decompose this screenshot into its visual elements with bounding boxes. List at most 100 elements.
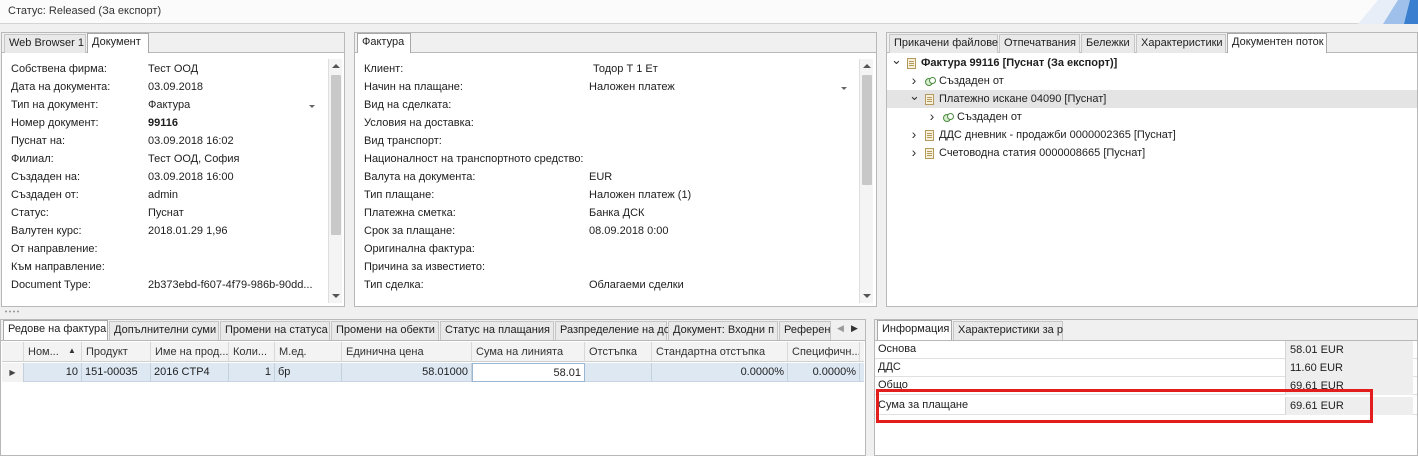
document-field-value[interactable]: 2018.01.29 1,96 [148,225,320,237]
column-header[interactable]: Специфичн... [788,342,860,362]
invoice-field-value[interactable]: 08.09.2018 0:00 [589,225,829,237]
tab-web-browser[interactable]: Web Browser 1 [4,34,86,53]
scroll-up-icon[interactable] [863,64,871,68]
invoice-field-value[interactable]: Тодор Т 1 Ет [593,63,833,75]
chevron-right-icon[interactable]: › [927,107,937,125]
chevron-down-icon[interactable] [841,87,847,90]
document-field-label: Тип на документ: [11,99,99,111]
table-cell[interactable]: 2016 CTP4 [151,363,229,382]
invoice-scrollbar[interactable] [859,59,873,303]
tab-distribution[interactable]: Разпределение на до [555,321,670,340]
invoice-field-label: Начин на плащане: [364,81,463,93]
document-field-value[interactable]: admin [148,189,320,201]
information-panel: Информация Характеристики за р Основа 58.… [874,319,1418,456]
invoice-field-value[interactable]: EUR [589,171,829,183]
document-field-value[interactable]: 99116 [148,117,320,129]
tab-notes[interactable]: Бележки [1081,34,1135,53]
chevron-right-icon[interactable]: › [909,143,919,161]
column-header[interactable]: Сума на линията [472,342,585,362]
tree-node[interactable]: › ДДС дневник - продажби 0000002365 [Пусн… [887,126,1417,144]
invoice-field-label: Вид на сделката: [364,99,452,111]
table-cell[interactable]: 0.0000% [788,363,860,382]
table-cell[interactable]: 58.01 [472,363,585,382]
scroll-thumb[interactable] [331,75,341,235]
tab-scroll-left-icon[interactable]: ◀ [837,323,844,334]
tree-node[interactable]: ⌄ Фактура 99116 [Пуснат (За експорт)] [887,51,1417,72]
scroll-up-icon[interactable] [332,64,340,68]
tab-references[interactable]: Референ [779,321,831,340]
table-row[interactable]: ▶ 10 151-00035 2016 CTP4 1 бр 58.01000 58.01 0.0… [2,363,864,382]
chevron-right-icon[interactable]: › [909,125,919,143]
document-field-value[interactable]: 03.09.2018 16:02 [148,135,320,147]
tab-invoice[interactable]: Фактура [357,33,411,53]
column-header[interactable]: Единична цена [342,342,472,362]
tab-incoming-documents[interactable]: Документ: Входни п [668,321,778,340]
invoice-field-value[interactable]: Банка ДСК [589,207,829,219]
invoice-field-value[interactable]: Облагаеми сделки [589,279,829,291]
corner-decoration [1358,0,1418,24]
tab-payment-status[interactable]: Статус на плащания [440,321,554,340]
tab-document-flow[interactable]: Документен поток [1227,33,1327,53]
document-field-value[interactable]: 03.09.2018 16:00 [148,171,320,183]
tab-characteristics[interactable]: Характеристики [1136,34,1226,53]
tree-node[interactable]: › Счетоводна статия 0000008665 [Пуснат] [887,144,1417,162]
tab-status-changes[interactable]: Промени на статуса [220,321,330,340]
scroll-down-icon[interactable] [863,294,871,298]
tab-printings[interactable]: Отпечатвания [999,34,1080,53]
table-cell[interactable]: 1 [229,363,275,382]
chevron-down-icon[interactable]: ⌄ [891,51,902,69]
tab-attached-files[interactable]: Прикачени файлове [889,34,998,53]
splitter-grip-icon[interactable] [4,310,20,313]
grid-header: Ном... ▲ Продукт Име на прод... Коли... М.ед.… [2,342,864,362]
scroll-down-icon[interactable] [332,294,340,298]
document-field-label: Създаден от: [11,189,79,201]
column-header[interactable]: Стандартна отстъпка [652,342,788,362]
document-field-value[interactable]: Фактура [148,99,320,111]
document-field-value[interactable]: 03.09.2018 [148,81,320,93]
chevron-down-icon[interactable]: ⌄ [909,87,920,105]
chevron-down-icon[interactable] [309,105,315,108]
document-scrollbar[interactable] [328,59,342,303]
table-cell[interactable]: бр [275,363,342,382]
column-header[interactable]: Продукт [82,342,151,362]
total-payable-highlight [876,389,1373,423]
tab-invoice-lines[interactable]: Редове на фактура [3,320,108,340]
table-cell[interactable]: 10 [24,363,82,382]
invoice-lines-panel: Редове на фактура Допълнителни суми Пром… [0,319,866,456]
tab-additional-sums[interactable]: Допълнителни суми [109,321,219,340]
tree-node[interactable]: › Създаден от [887,108,1417,126]
column-header[interactable]: Коли... [229,342,275,362]
document-field-value[interactable]: Тест ООД [148,63,320,75]
document-icon [925,94,934,105]
scroll-thumb[interactable] [862,75,872,185]
table-cell[interactable]: 151-00035 [82,363,151,382]
invoice-field-value[interactable]: Наложен платеж (1) [589,189,829,201]
tab-scroll-right-icon[interactable]: ▶ [851,323,858,334]
tree-node[interactable]: ⌄ Платежно искане 04090 [Пуснат] [887,87,1417,108]
tab-object-changes[interactable]: Промени на обекти [331,321,439,340]
invoice-field-label: Националност на транспортното средство: [364,153,584,165]
tab-information[interactable]: Информация [877,320,952,340]
document-field-label: Филиал: [11,153,54,165]
information-tabstrip: Информация Характеристики за р [875,320,1417,341]
column-header[interactable]: Отстъпка [585,342,652,362]
tree-node[interactable]: › Създаден от [887,72,1417,90]
document-field-value[interactable]: Тест ООД, София [148,153,320,165]
link-icon [925,77,936,86]
table-cell[interactable]: 58.01000 [342,363,472,382]
invoice-panel-tabstrip: Фактура [355,33,876,53]
document-field-value[interactable]: Пуснат [148,207,320,219]
document-field-value[interactable]: 2b373ebd-f607-4f79-986b-90dd... [148,279,320,291]
column-header[interactable]: М.ед. [275,342,342,362]
column-header[interactable]: Име на прод... [151,342,229,362]
tab-characteristics-r[interactable]: Характеристики за р [953,321,1063,340]
invoice-panel: Фактура Клиент: Тодор Т 1 Ет Начин на плащ… [354,32,877,307]
table-cell[interactable]: 0.0000% [652,363,788,382]
sort-ascending-icon[interactable]: ▲ [68,346,76,355]
table-cell[interactable] [585,363,652,382]
row-indicator-icon[interactable]: ▶ [2,363,24,382]
invoice-field-value[interactable]: Наложен платеж [589,81,829,93]
tab-document[interactable]: Документ [87,33,149,53]
invoice-field-label: Клиент: [364,63,404,75]
invoice-field-label: Платежна сметка: [364,207,456,219]
